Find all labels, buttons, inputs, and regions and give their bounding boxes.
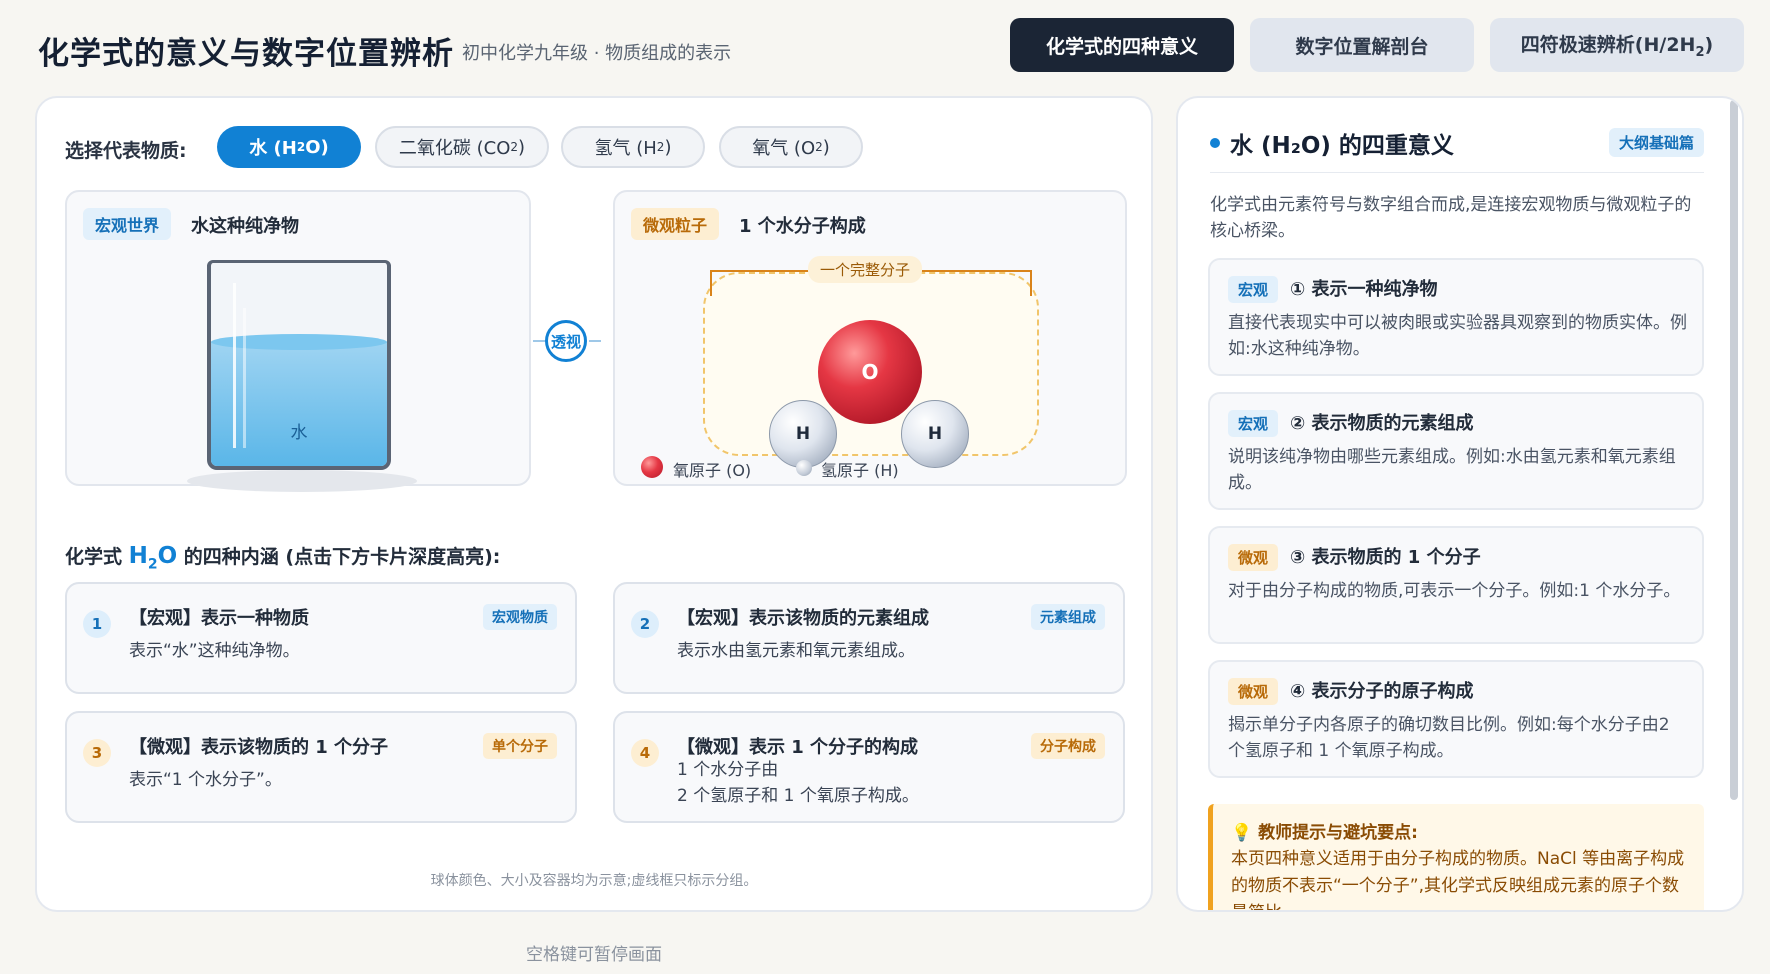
micro-heading: 1 个水分子构成 [739, 216, 866, 237]
card-number: 3 [83, 739, 111, 767]
card-body: 表示“1 个水分子”。 [129, 770, 282, 790]
perspective-badge: 透视 [545, 320, 587, 362]
card-title: 【微观】表示 1 个分子的构成 [677, 737, 919, 758]
meaning-body: 说明该纯净物由哪些元素组成。例如:水由氢元素和氧元素组成。 [1228, 447, 1676, 493]
info-panel[interactable]: 水 (H₂O) 的四重意义 大纲基础篇 化学式由元素符号与数字组合而成,是连接宏… [1176, 96, 1744, 912]
formula: H2O [128, 543, 178, 573]
meaning-title: ④ 表示分子的原子构成 [1290, 681, 1474, 702]
card-number: 2 [631, 610, 659, 638]
meaning-detail-4: 微观 ④ 表示分子的原子构成 揭示单分子内各原子的确切数目比例。例如:每个水分子… [1208, 660, 1704, 778]
meaning-detail-3: 微观 ③ 表示物质的 1 个分子 对于由分子构成的物质,可表示一个分子。例如:1… [1208, 526, 1704, 644]
tip-title: 💡 教师提示与避坑要点: [1231, 823, 1418, 843]
macro-box: 宏观世界 水这种纯净物 水 [65, 190, 531, 492]
beaker: 水 [207, 260, 391, 470]
tab-number-position[interactable]: 数字位置解剖台 [1250, 18, 1474, 72]
meaning-title: ① 表示一种纯净物 [1290, 279, 1438, 300]
glass-highlight [243, 308, 246, 448]
meaning-body: 揭示单分子内各原子的确切数目比例。例如:每个水分子由2 个氢原子和 1 个氧原子… [1228, 715, 1670, 761]
main-panel: 选择代表物质: 水 (H 2 O) 二氧化碳 (CO 2) 氢气 (H 2) 氧气 (O… [35, 96, 1153, 912]
tip-body: 本页四种意义适用于由分子构成的物质。NaCl 等由离子构成的物质不表示“一个分子… [1231, 849, 1685, 910]
footnote: 球体颜色、大小及容器均为示意;虚线框只标示分组。 [430, 873, 758, 889]
card-number: 4 [631, 739, 659, 767]
card-tag: 分子构成 [1031, 733, 1105, 759]
scrollbar[interactable] [1730, 100, 1738, 800]
tab-label: 数字位置解剖台 [1295, 35, 1429, 58]
water-label: 水 [290, 423, 308, 443]
meaning-tag: 微观 [1228, 678, 1279, 705]
meaning-body: 对于由分子构成的物质,可表示一个分子。例如:1 个水分子。 [1228, 581, 1681, 601]
oxygen-legend-icon [641, 456, 663, 478]
info-title: 水 (H₂O) 的四重意义 [1230, 133, 1454, 159]
molecule-bracket-label: 一个完整分子 [808, 256, 923, 283]
divider [1210, 172, 1704, 173]
page-subtitle: 初中化学九年级 · 物质组成的表示 [462, 43, 732, 64]
chip-water[interactable]: 水 (H 2 O) [217, 126, 361, 168]
micro-box: 微观粒子 1 个水分子构成 一个完整分子 O H H 氧原子 (O) 氢原子 (… [613, 190, 1127, 486]
hydrogen-atom: H [901, 400, 969, 468]
meaning-title: ③ 表示物质的 1 个分子 [1290, 547, 1481, 568]
teacher-tip: 💡 教师提示与避坑要点: 本页四种意义适用于由分子构成的物质。NaCl 等由离子… [1208, 804, 1704, 910]
pause-hint: 空格键可暂停画面 [526, 945, 662, 965]
page-title: 化学式的意义与数字位置辨析 [38, 36, 454, 72]
meaning-body: 直接代表现实中可以被肉眼或实验器具观察到的物质实体。例如:水这种纯净物。 [1228, 313, 1687, 359]
tab-label: 四符极速辨析(H/2H2) [1520, 34, 1714, 60]
chip-h2[interactable]: 氢气 (H 2) [561, 126, 705, 168]
meaning-detail-2: 宏观 ② 表示物质的元素组成 说明该纯净物由哪些元素组成。例如:水由氢元素和氧元… [1208, 392, 1704, 510]
micro-tag: 微观粒子 [631, 208, 720, 240]
tab-label: 化学式的四种意义 [1045, 35, 1198, 58]
meaning-tag: 宏观 [1228, 276, 1279, 303]
title-dot-icon [1210, 138, 1220, 148]
meaning-card-2[interactable]: 2 【宏观】表示该物质的元素组成 元素组成 表示水由氢元素和氧元素组成。 [613, 582, 1125, 694]
card-tag: 元素组成 [1031, 604, 1105, 630]
oxygen-legend: 氧原子 (O) [673, 461, 752, 480]
meaning-detail-1: 宏观 ① 表示一种纯净物 直接代表现实中可以被肉眼或实验器具观察到的物质实体。例… [1208, 258, 1704, 376]
meaning-title: ② 表示物质的元素组成 [1290, 413, 1474, 434]
glass-highlight [233, 283, 236, 448]
meaning-card-4[interactable]: 4 【微观】表示 1 个分子的构成 分子构成 1 个水分子由 2 个氢原子和 1 … [613, 711, 1125, 823]
macro-heading: 水这种纯净物 [191, 216, 299, 237]
header: 化学式的意义与数字位置辨析 初中化学九年级 · 物质组成的表示 化学式的四种意义… [0, 0, 1770, 96]
section-title: 化学式 H2O 的四种内涵 (点击下方卡片深度高亮): [65, 543, 501, 573]
meaning-card-1[interactable]: 1 【宏观】表示一种物质 宏观物质 表示“水”这种纯净物。 [65, 582, 577, 694]
oxygen-atom: O [818, 320, 922, 424]
card-title: 【微观】表示该物质的 1 个分子 [129, 737, 389, 758]
hydrogen-legend: 氢原子 (H) [821, 461, 899, 480]
meaning-tag: 微观 [1228, 544, 1279, 571]
level-badge: 大纲基础篇 [1608, 128, 1704, 157]
connector-line [533, 340, 545, 342]
hydrogen-legend-icon [796, 460, 812, 476]
connector-line [589, 340, 601, 342]
selector-label: 选择代表物质: [65, 140, 187, 162]
card-title: 【宏观】表示一种物质 [129, 608, 309, 629]
macro-tag: 宏观世界 [83, 208, 172, 240]
chip-o2[interactable]: 氧气 (O 2) [719, 126, 863, 168]
card-tag: 宏观物质 [483, 604, 557, 630]
card-body: 表示水由氢元素和氧元素组成。 [677, 641, 915, 661]
card-body: 表示“水”这种纯净物。 [129, 641, 300, 661]
water: 水 [211, 334, 387, 466]
tab-four-meanings[interactable]: 化学式的四种意义 [1010, 18, 1234, 72]
card-title: 【宏观】表示该物质的元素组成 [677, 608, 929, 629]
tab-symbol-quiz[interactable]: 四符极速辨析(H/2H2) [1490, 18, 1744, 72]
beaker-shadow [187, 470, 417, 492]
meaning-tag: 宏观 [1228, 410, 1279, 437]
water-surface [211, 334, 387, 350]
meaning-card-3[interactable]: 3 【微观】表示该物质的 1 个分子 单个分子 表示“1 个水分子”。 [65, 711, 577, 823]
chip-co2[interactable]: 二氧化碳 (CO 2) [375, 126, 549, 168]
info-intro: 化学式由元素符号与数字组合而成,是连接宏观物质与微观粒子的核心桥梁。 [1210, 195, 1692, 241]
card-body: 1 个水分子由 2 个氢原子和 1 个氧原子构成。 [677, 760, 919, 806]
card-tag: 单个分子 [483, 733, 557, 759]
card-number: 1 [83, 610, 111, 638]
